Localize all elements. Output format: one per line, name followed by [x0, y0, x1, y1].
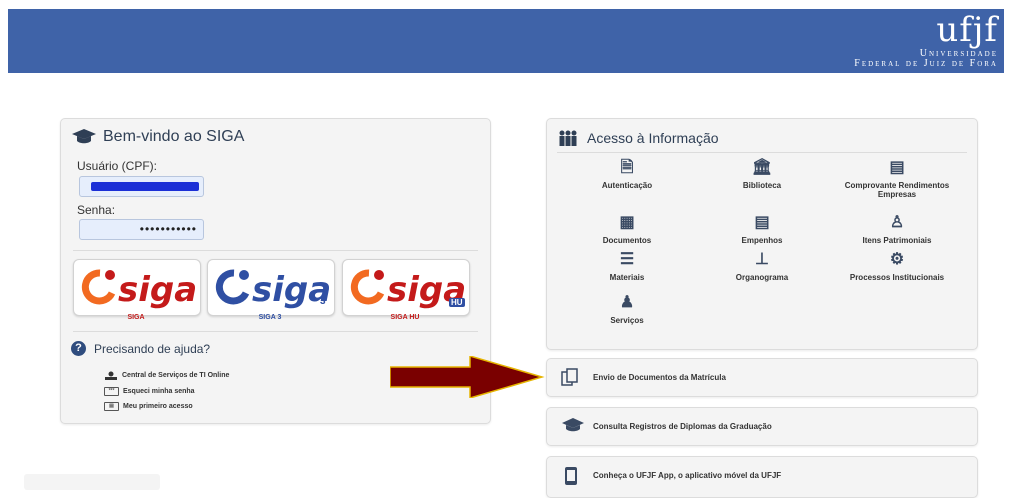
document-check-icon: 🗎	[620, 159, 634, 176]
help-link-first-access[interactable]: ▤ Meu primeiro acesso	[104, 402, 193, 411]
materials-icon: ☰	[619, 251, 635, 268]
siga-caption[interactable]: SIGA	[73, 314, 199, 321]
bar-consulta-diplomas[interactable]: Consulta Registros de Diplomas da Gradua…	[546, 407, 978, 446]
process-icon: ⚙	[889, 251, 905, 268]
info-item-empenhos[interactable]: ▤ Empenhos	[692, 214, 832, 245]
info-item-label: Biblioteca	[742, 181, 782, 190]
bar-envio-documentos[interactable]: Envio de Documentos da Matrícula	[546, 358, 978, 397]
siga-word: siga	[118, 270, 198, 310]
help-link-label: Meu primeiro acesso	[123, 403, 193, 410]
id-card-icon: ▤	[104, 402, 119, 411]
support-icon	[105, 371, 117, 380]
graduation-cap-icon	[562, 418, 584, 432]
siga-logo-icon	[81, 269, 116, 305]
footer-stub	[24, 474, 160, 490]
info-item-documentos[interactable]: ▦ Documentos	[557, 214, 697, 245]
divider	[557, 152, 967, 153]
info-item-materiais[interactable]: ☰ Materiais	[557, 251, 697, 282]
info-item-label: Empenhos	[741, 236, 783, 245]
receipt-icon: ▤	[889, 159, 905, 176]
ufjf-logo: ufjf	[936, 10, 998, 50]
divider	[73, 250, 478, 251]
info-item-label: Documentos	[602, 236, 652, 245]
mobile-app-icon	[565, 467, 577, 485]
help-title: Precisando de ajuda?	[94, 341, 211, 356]
info-panel: Acesso à Informação 🗎 Autenticação 🏛 Bib…	[546, 118, 978, 350]
password-input[interactable]: •••••••••••	[79, 219, 204, 240]
info-item-processos[interactable]: ⚙ Processos Institucionais	[827, 251, 967, 282]
info-item-label: Comprovante Rendimentos Empresas	[844, 181, 950, 199]
money-card-icon: ▤	[754, 214, 770, 231]
help-link-label: Esqueci minha senha	[123, 388, 195, 395]
redacted-value	[91, 182, 199, 191]
info-item-comprovante[interactable]: ▤ Comprovante Rendimentos Empresas	[827, 159, 967, 199]
info-title-text: Acesso à Informação	[587, 130, 719, 146]
info-item-organograma[interactable]: ⊥ Organograma	[692, 251, 832, 282]
divider	[73, 331, 478, 332]
info-item-label: Itens Patrimoniais	[862, 236, 932, 245]
sigahu-logo-icon	[350, 269, 385, 305]
siga-button[interactable]: siga	[73, 259, 201, 316]
group-icon	[559, 130, 577, 146]
help-heading: ? Precisando de ajuda?	[71, 341, 210, 356]
login-title-text: Bem-vindo ao SIGA	[103, 128, 245, 145]
user-label: Usuário (CPF):	[77, 159, 158, 173]
siga3-logo-icon	[215, 269, 250, 305]
info-item-biblioteca[interactable]: 🏛 Biblioteca	[692, 159, 832, 190]
password-label: Senha:	[77, 203, 116, 217]
sigahu-button[interactable]: siga HU	[342, 259, 470, 316]
siga3-caption[interactable]: SIGA 3	[207, 314, 333, 321]
pointer-arrow	[390, 356, 545, 398]
password-field-icon: ***	[104, 387, 119, 396]
password-mask: •••••••••••	[139, 222, 197, 236]
info-item-itens[interactable]: ♙ Itens Patrimoniais	[827, 214, 967, 245]
info-title: Acesso à Informação	[557, 130, 719, 146]
siga3-button[interactable]: siga 3	[207, 259, 335, 316]
bar-label: Conheça o UFJF App, o aplicativo móvel d…	[593, 471, 782, 480]
bar-label: Envio de Documentos da Matrícula	[593, 373, 726, 382]
info-item-autenticacao[interactable]: 🗎 Autenticação	[557, 159, 697, 190]
sigahu-caption[interactable]: SIGA HU	[342, 314, 468, 321]
ufjf-brand[interactable]: ufjf Universidade Federal de Juiz de For…	[854, 11, 998, 69]
help-link-central[interactable]: Central de Serviços de TI Online	[104, 371, 229, 380]
login-title: Bem-vindo ao SIGA	[71, 128, 244, 146]
info-item-label: Serviços	[610, 316, 644, 325]
sigahu-badge: HU	[449, 298, 465, 307]
stamp-icon: ♙	[889, 214, 905, 231]
cpf-input[interactable]	[79, 176, 204, 197]
org-chart-icon: ⊥	[755, 251, 769, 268]
graduation-cap-icon	[72, 129, 96, 144]
info-item-label: Processos Institucionais	[849, 273, 945, 282]
help-link-forgot[interactable]: *** Esqueci minha senha	[104, 387, 195, 396]
brand-line-2: Federal de Juiz de Fora	[854, 58, 998, 69]
library-icon: 🏛	[751, 159, 773, 176]
siga3-badge: 3	[320, 296, 326, 307]
person-icon: ♟	[619, 294, 635, 311]
bar-label: Consulta Registros de Diplomas da Gradua…	[593, 422, 772, 431]
documents-icon	[561, 368, 578, 386]
help-link-label: Central de Serviços de TI Online	[122, 372, 230, 379]
top-header: ufjf Universidade Federal de Juiz de For…	[8, 9, 1004, 73]
documents-icon: ▦	[619, 214, 635, 231]
bar-ufjf-app[interactable]: Conheça o UFJF App, o aplicativo móvel d…	[546, 456, 978, 498]
question-icon: ?	[71, 341, 86, 356]
info-item-servicos[interactable]: ♟ Serviços	[557, 294, 697, 325]
info-item-label: Materiais	[609, 273, 645, 282]
info-item-label: Autenticação	[601, 181, 653, 190]
info-item-label: Organograma	[735, 273, 789, 282]
